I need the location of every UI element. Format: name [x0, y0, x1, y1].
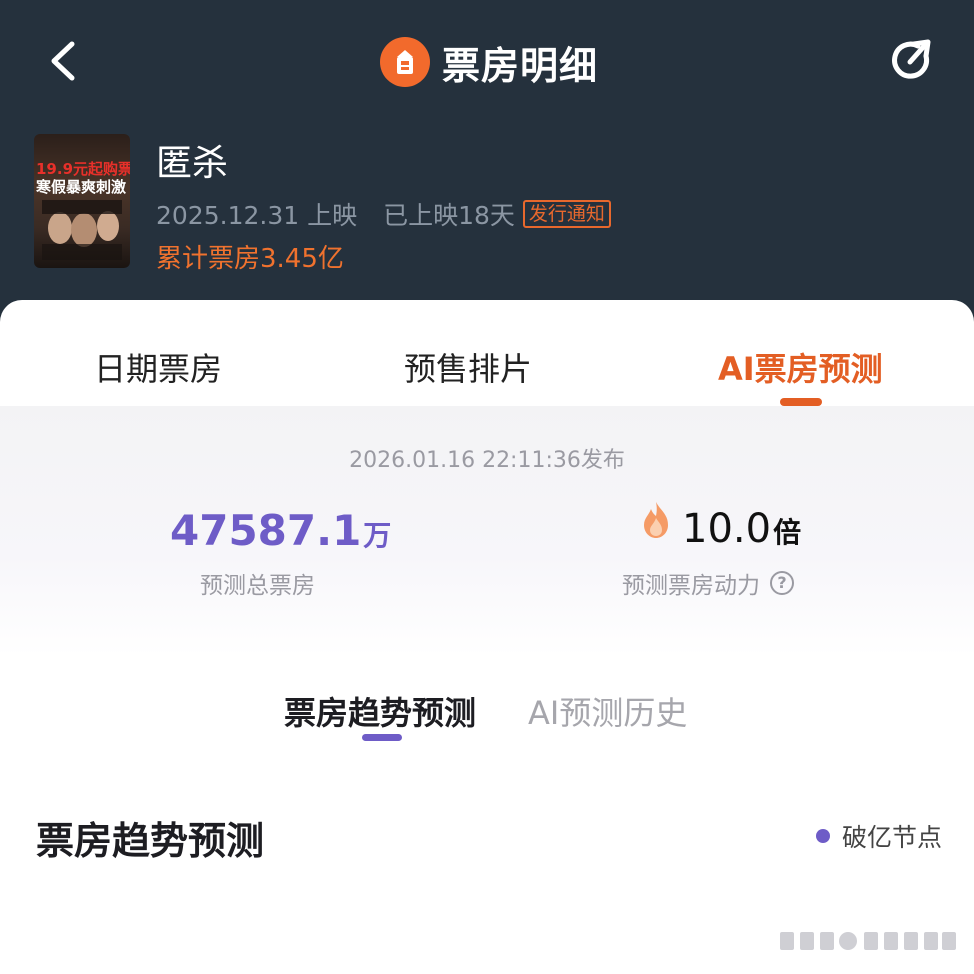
momentum-multiplier-unit: 倍 [773, 516, 802, 549]
app-logo-icon [380, 37, 430, 87]
movie-meta: 2025.12.31 上映 已上映18天 发行通知 [156, 196, 611, 232]
tab-ai-prediction[interactable]: AI票房预测 [718, 344, 883, 390]
predicted-total-unit: 万 [363, 519, 392, 552]
page-title-group: 票房明细 [380, 34, 598, 90]
header-area: 票房明细 19.9元起购票 寒假暴爽刺激 匿杀 2025.12.31 上映 已上… [0, 0, 974, 330]
predicted-total-label: 预测总票房 [200, 573, 315, 599]
chevron-left-icon[interactable] [44, 38, 84, 84]
tab-daily-box-office[interactable]: 日期票房 [94, 344, 222, 390]
legend-dot-icon [816, 829, 830, 843]
momentum-multiplier-value: 10.0倍 [682, 506, 801, 552]
chart-legend: 破亿节点 [816, 818, 942, 854]
movie-title: 匿杀 [156, 143, 229, 184]
momentum-multiplier-number: 10.0 [682, 506, 772, 552]
tab-presale-schedule[interactable]: 预售排片 [404, 344, 532, 390]
active-subtab-indicator [362, 734, 402, 741]
published-timestamp: 2026.01.16 22:11:36发布 [349, 448, 625, 473]
help-icon[interactable]: ? [770, 571, 794, 595]
fire-icon [644, 502, 668, 538]
content-panel: 日期票房 预售排片 AI票房预测 2026.01.16 22:11:36发布 4… [0, 300, 974, 974]
subtab-trend-prediction[interactable]: 票房趋势预测 [284, 688, 476, 734]
tab-bar: 日期票房 预售排片 AI票房预测 [0, 300, 974, 406]
share-icon[interactable] [888, 36, 938, 86]
predicted-total-number: 47587.1 [170, 506, 362, 555]
momentum-label-row: 预测票房动力 ? [622, 566, 794, 600]
legend-label: 破亿节点 [842, 823, 943, 852]
predicted-total-value: 47587.1万 [170, 506, 391, 555]
poster-text-tagline: 寒假暴爽刺激 [36, 178, 127, 196]
distribution-notice-badge[interactable]: 发行通知 [522, 200, 611, 228]
page-title: 票房明细 [442, 43, 599, 88]
release-date: 2025.12.31 上映 [156, 201, 358, 230]
section-title: 票房趋势预测 [36, 819, 265, 863]
momentum-label: 预测票房动力 [622, 573, 760, 599]
cumulative-box-office: 累计票房3.45亿 [156, 244, 344, 274]
days-showing: 已上映18天 [383, 201, 515, 230]
subtab-ai-history[interactable]: AI预测历史 [528, 688, 687, 734]
poster-faces-image [42, 200, 122, 260]
watermark-icon [780, 932, 956, 950]
movie-poster[interactable]: 19.9元起购票 寒假暴爽刺激 [34, 134, 130, 268]
active-tab-indicator [780, 398, 822, 406]
